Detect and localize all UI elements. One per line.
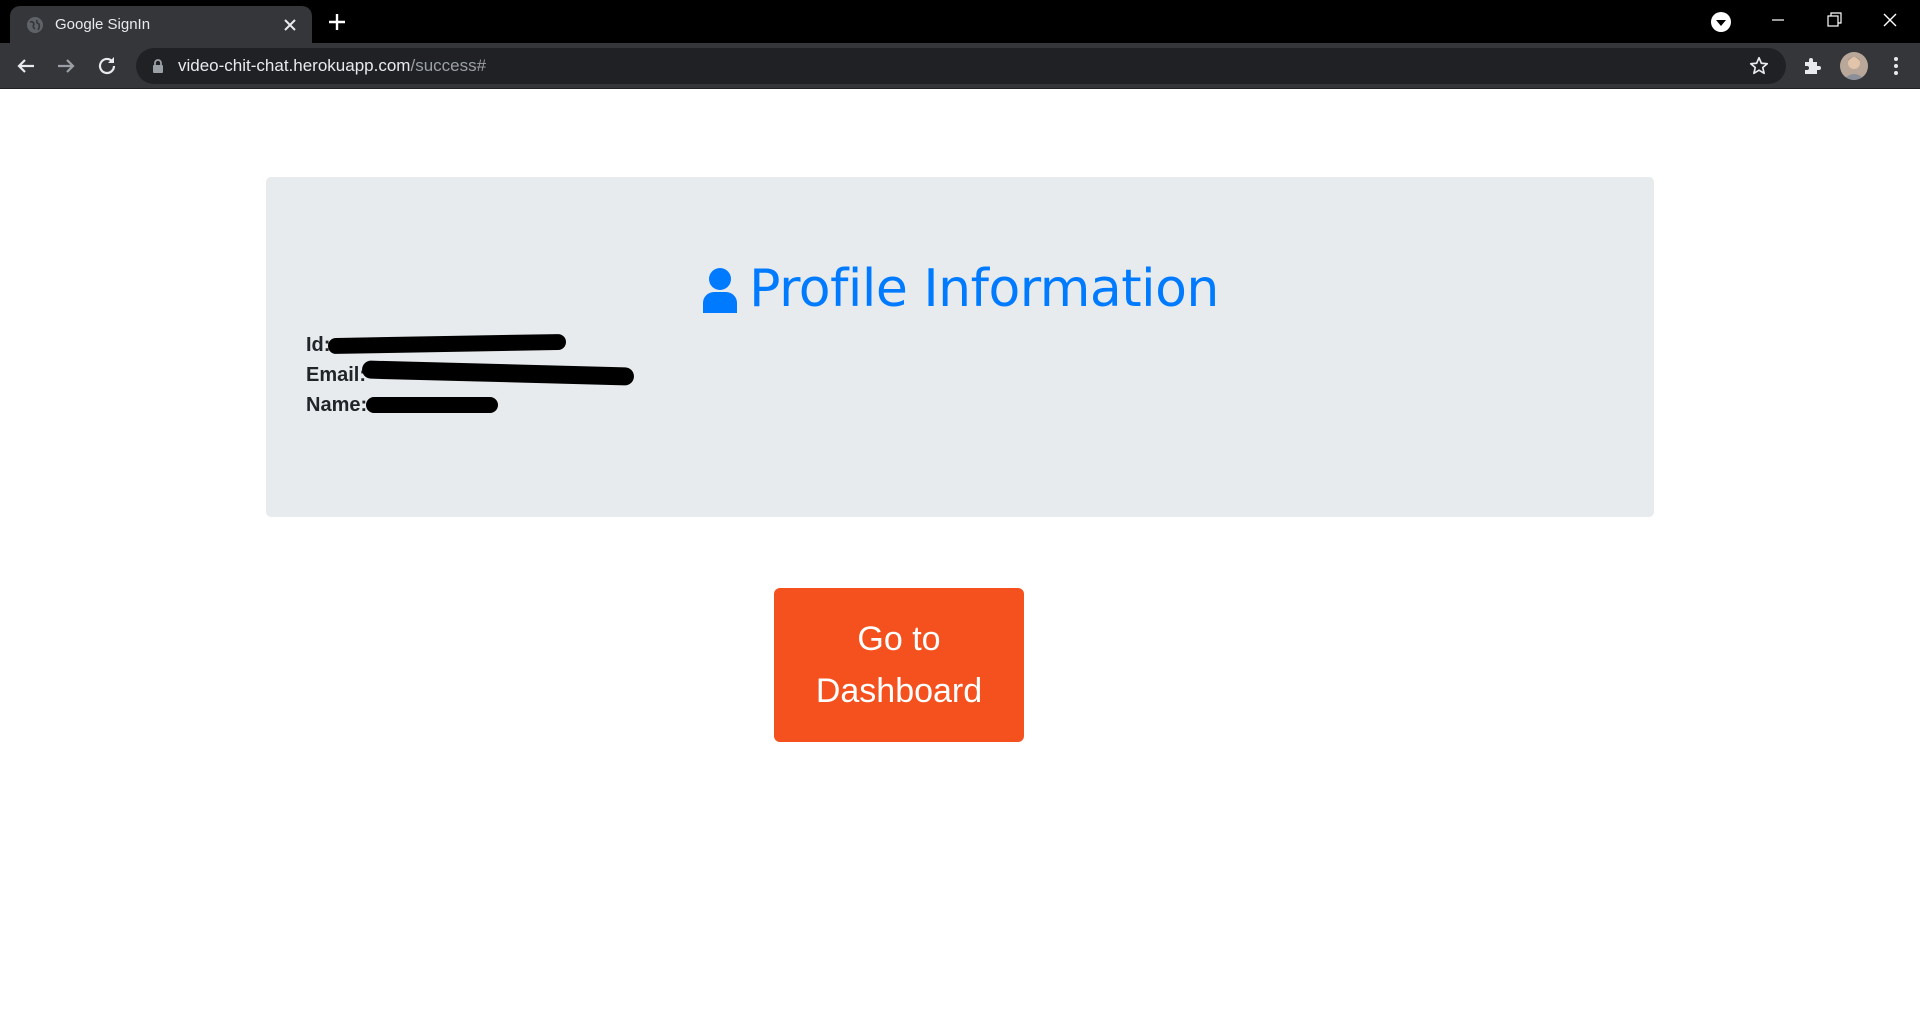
browser-toolbar: video-chit-chat.herokuapp.com/success# [0,43,1920,89]
globe-icon [27,17,43,33]
url-text[interactable]: video-chit-chat.herokuapp.com/success# [178,48,486,84]
tab-title: Google SignIn [55,16,151,33]
close-icon[interactable] [280,15,300,35]
profile-field-name: Name: [306,390,498,420]
profile-avatar-icon [1840,52,1868,80]
redaction-mark [366,397,498,413]
star-icon[interactable] [1748,55,1770,77]
puzzle-icon[interactable] [1801,54,1825,78]
profile-heading-text: Profile Information [749,259,1219,319]
url-host: video-chit-chat.herokuapp.com [178,56,411,75]
user-icon [703,268,738,313]
profile-card: Profile Information Id: Email: Name: [266,177,1654,517]
arrow-right-icon[interactable] [54,54,78,78]
restore-icon[interactable] [1822,8,1846,32]
media-control-icon[interactable] [1710,11,1732,33]
lock-icon[interactable] [150,58,166,74]
arrow-left-icon[interactable] [14,54,38,78]
plus-icon[interactable] [325,10,349,34]
go-to-dashboard-button[interactable]: Go to Dashboard [774,588,1024,742]
field-label: Id: [306,334,331,356]
profile-field-list: Id: Email: Name: [306,330,635,420]
reload-icon[interactable] [95,54,119,78]
redaction-mark [361,360,635,386]
browser-tab[interactable]: Google SignIn [10,6,312,43]
field-label: Name: [306,394,368,416]
window-close-icon[interactable] [1878,8,1902,32]
minimize-icon[interactable] [1766,8,1790,32]
profile-field-email: Email: [306,360,635,390]
address-bar[interactable]: video-chit-chat.herokuapp.com/success# [136,48,1786,84]
url-path: /success# [410,56,487,75]
browser-titlebar: Google SignIn [0,0,1920,43]
kebab-menu-icon[interactable] [1884,54,1908,78]
avatar[interactable] [1840,52,1868,80]
profile-heading: Profile Information [266,258,1654,320]
go-to-dashboard-label: Go to Dashboard [815,620,983,710]
redaction-mark [327,333,567,355]
field-label: Email: [306,364,367,386]
profile-field-id: Id: [306,330,567,360]
